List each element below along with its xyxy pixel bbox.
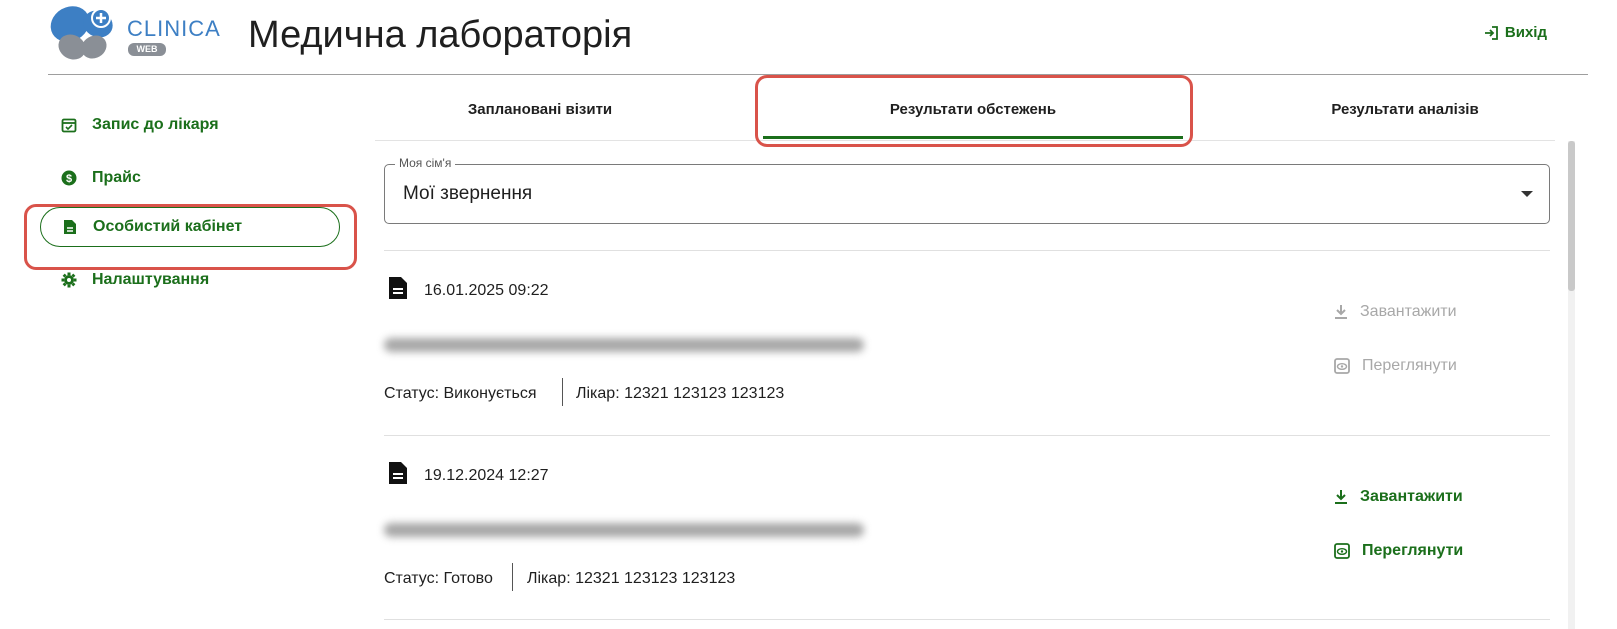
record-date: 19.12.2024 12:27: [424, 467, 549, 484]
sidebar-item-personal-cabinet[interactable]: Особистий кабінет: [40, 207, 340, 247]
view-button[interactable]: Переглянути: [1334, 542, 1463, 560]
record-doctor: Лікар: 12321 123123 123123: [527, 570, 736, 587]
family-select-value: Мої звернення: [403, 183, 533, 204]
preview-icon: [1334, 543, 1350, 559]
svg-text:$: $: [66, 173, 72, 185]
sidebar-item-appointment[interactable]: Запис до лікаря: [40, 105, 340, 145]
logout-label: Вихід: [1504, 24, 1547, 41]
sidebar-item-label: Прайс: [92, 169, 141, 186]
caret-down-icon: [1521, 191, 1533, 197]
document-icon: [388, 461, 408, 490]
view-label: Переглянути: [1362, 542, 1464, 559]
tab-bar: Заплановані візити Результати обстежень …: [375, 78, 1585, 140]
tab-analysis-results[interactable]: Результати аналізів: [1225, 78, 1585, 140]
record-date: 16.01.2025 09:22: [424, 282, 549, 299]
logout-button[interactable]: Вихід: [1483, 24, 1547, 41]
row-divider: [384, 250, 1550, 251]
record-status: Статус: Виконується: [384, 385, 537, 402]
record-status: Статус: Готово: [384, 570, 493, 587]
document-icon: [61, 218, 79, 236]
active-tab-indicator: [763, 136, 1183, 139]
tabs-divider: [375, 140, 1555, 141]
document-icon: [388, 276, 408, 305]
record-doctor: Лікар: 12321 123123 123123: [576, 385, 785, 402]
gear-icon: [60, 271, 78, 289]
page-title: Медична лабораторія: [248, 14, 633, 56]
row-divider: [384, 435, 1550, 436]
tab-label: Результати аналізів: [1331, 100, 1479, 118]
app-header: CLINICA WEB Медична лабораторія Вихід: [0, 0, 1617, 75]
header-divider: [48, 74, 1588, 75]
sidebar-item-label: Особистий кабінет: [93, 218, 243, 235]
row-divider: [384, 619, 1550, 620]
calendar-check-icon: [60, 116, 78, 134]
list-item: 16.01.2025 09:22 Статус: Виконується Лік…: [384, 250, 1550, 435]
sidebar-item-price[interactable]: $ Прайс: [40, 158, 340, 198]
view-button[interactable]: Переглянути: [1334, 357, 1457, 375]
tab-scheduled-visits[interactable]: Заплановані візити: [375, 78, 705, 140]
view-label: Переглянути: [1362, 357, 1457, 374]
download-button[interactable]: Завантажити: [1334, 488, 1463, 506]
preview-icon: [1334, 358, 1350, 374]
download-label: Завантажити: [1360, 488, 1463, 505]
butterfly-logo-icon: [50, 6, 113, 60]
dollar-circle-icon: $: [60, 169, 78, 187]
sidebar-item-label: Налаштування: [92, 271, 210, 288]
family-select-label: Моя сім'я: [395, 156, 456, 170]
tab-examination-results[interactable]: Результати обстежень: [763, 78, 1183, 140]
download-button[interactable]: Завантажити: [1334, 303, 1457, 321]
clinica-logo[interactable]: CLINICA WEB: [48, 2, 228, 66]
sidebar-item-label: Запис до лікаря: [92, 116, 219, 133]
download-icon: [1335, 490, 1347, 504]
tab-label: Результати обстежень: [889, 100, 1057, 118]
family-select[interactable]: Моя сім'я Мої звернення: [384, 156, 1550, 224]
sidebar-item-settings[interactable]: Налаштування: [40, 260, 340, 300]
logo-wordmark: CLINICA: [127, 16, 221, 41]
list-item: 19.12.2024 12:27 Статус: Готово Лікар: 1…: [384, 435, 1550, 620]
status-divider: [512, 563, 513, 591]
scrollbar-thumb[interactable]: [1568, 141, 1575, 291]
redacted-text: [384, 523, 864, 537]
tab-label: Заплановані візити: [467, 100, 613, 118]
redacted-text: [384, 338, 864, 352]
download-icon: [1335, 305, 1347, 319]
logout-icon: [1484, 25, 1498, 40]
logo-web-badge: WEB: [128, 43, 166, 56]
status-divider: [562, 378, 563, 406]
download-label: Завантажити: [1360, 303, 1457, 320]
